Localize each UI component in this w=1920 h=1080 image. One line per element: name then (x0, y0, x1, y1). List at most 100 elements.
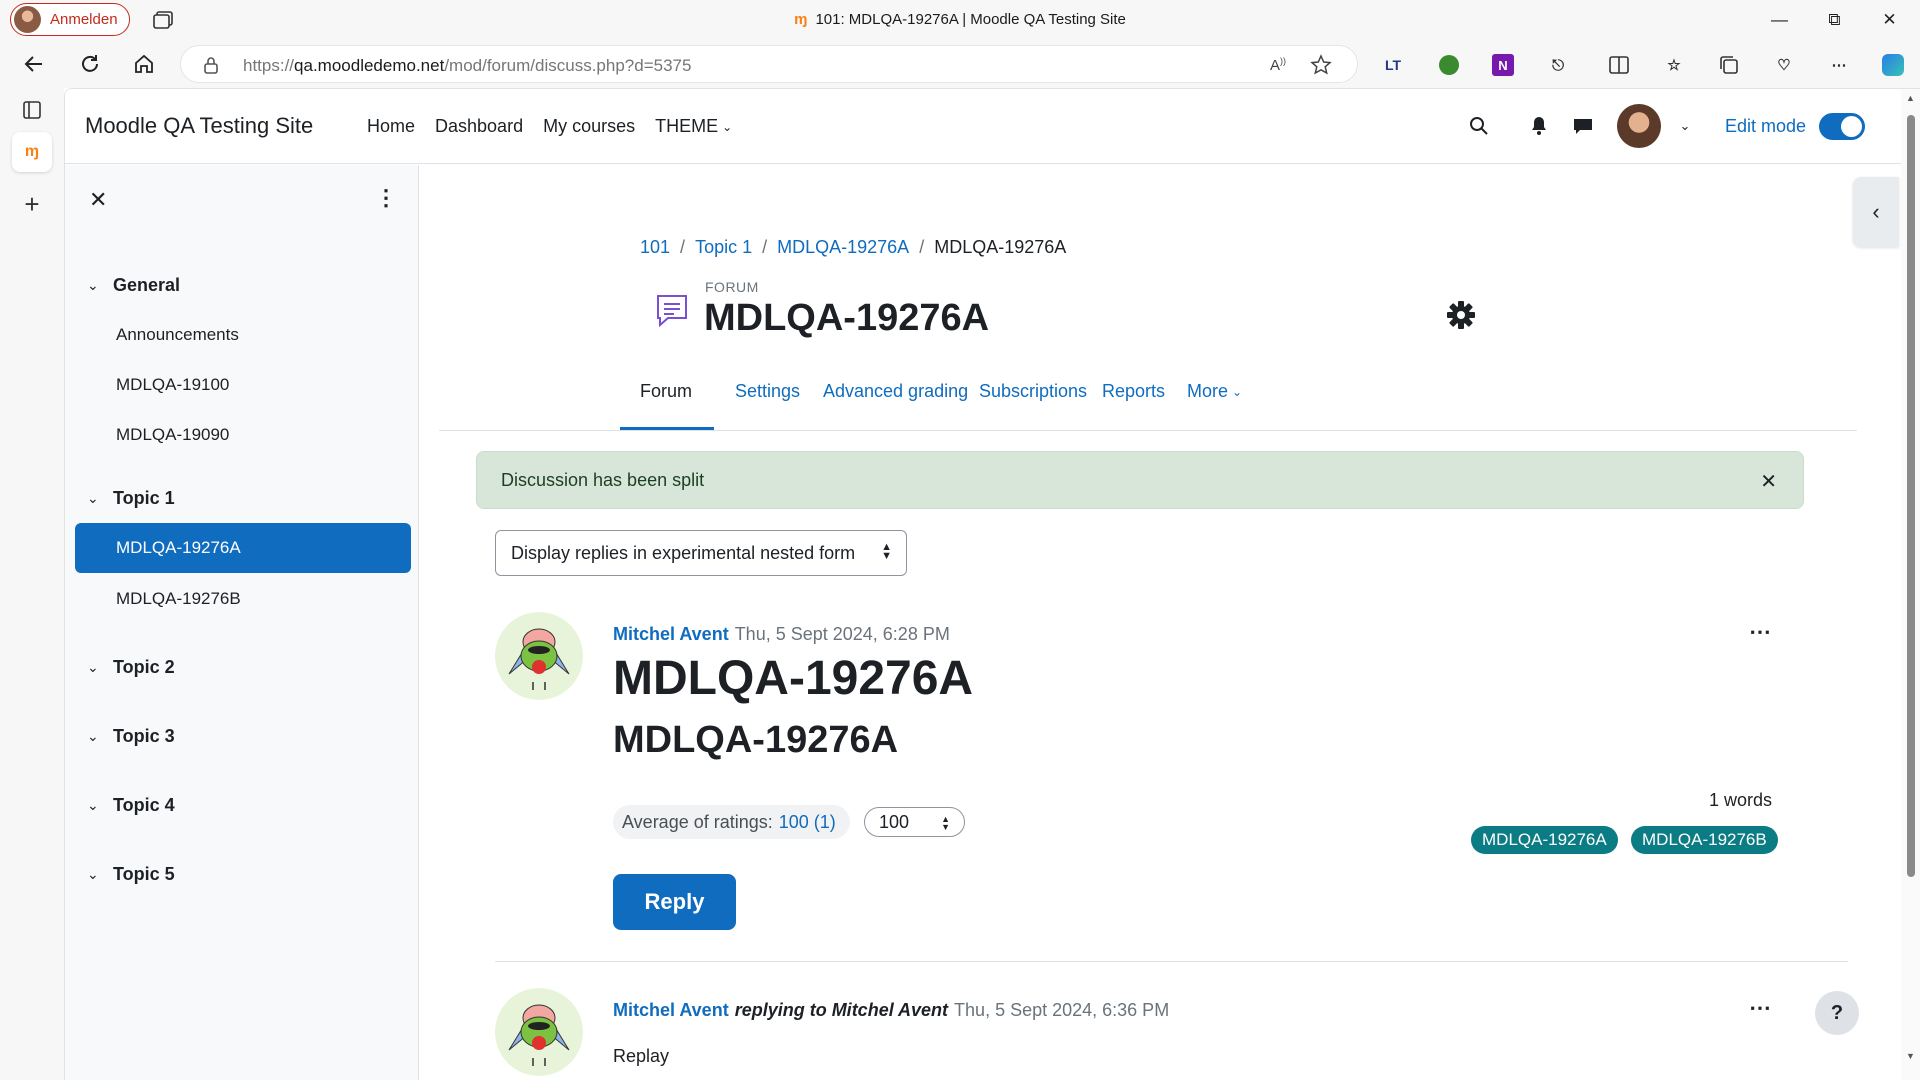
alert-message: Discussion has been split (501, 470, 705, 490)
home-icon[interactable] (126, 46, 162, 82)
split-screen-icon[interactable] (1606, 52, 1632, 78)
tag-badge[interactable]: MDLQA-19276B (1631, 826, 1778, 854)
reply-button[interactable]: Reply (613, 874, 736, 930)
favorite-star-icon[interactable] (1309, 54, 1333, 76)
back-icon[interactable] (16, 46, 52, 82)
edit-mode-toggle[interactable] (1819, 113, 1865, 140)
window-title: ɱ 101: MDLQA-19276A | Moodle QA Testing … (0, 11, 1920, 28)
user-avatar[interactable] (1617, 104, 1661, 148)
close-drawer-icon[interactable]: ✕ (89, 187, 107, 213)
tab-advanced-grading[interactable]: Advanced grading (823, 381, 968, 402)
post-author-link[interactable]: Mitchel Avent (613, 1000, 729, 1021)
section-title: Topic 5 (113, 864, 175, 884)
tag-badge[interactable]: MDLQA-19276A (1471, 826, 1618, 854)
vertical-tabs-icon[interactable] (12, 90, 52, 130)
page-scrollbar[interactable]: ▲ ▼ (1901, 89, 1920, 1080)
forum-icon (657, 295, 687, 328)
section-topic-3[interactable]: ⌄ Topic 3 (87, 726, 175, 747)
restore-icon[interactable]: ⧉ (1807, 0, 1862, 40)
nav-dashboard[interactable]: Dashboard (435, 116, 523, 137)
edit-mode-label: Edit mode (1725, 116, 1807, 136)
search-icon[interactable] (1467, 114, 1491, 138)
scroll-down-icon[interactable]: ▼ (1906, 1051, 1915, 1061)
settings-more-icon[interactable]: ⋯ (1826, 52, 1852, 78)
window-title-text: 101: MDLQA-19276A | Moodle QA Testing Si… (815, 11, 1126, 28)
author-avatar[interactable] (495, 988, 583, 1076)
nav-home[interactable]: Home (367, 116, 415, 137)
course-index-item-mdlqa-19090[interactable]: MDLQA-19090 (75, 410, 411, 460)
scroll-thumb[interactable] (1907, 115, 1915, 877)
page-viewport: Moodle QA Testing Site Home Dashboard My… (64, 88, 1920, 1080)
tab-forum[interactable]: Forum (640, 381, 692, 402)
close-window-icon[interactable]: ✕ (1862, 0, 1917, 40)
rating-value-link[interactable]: 100 (1) (779, 812, 836, 833)
breadcrumb: 101 / Topic 1 / MDLQA-19276A / MDLQA-192… (640, 237, 1066, 258)
moodle-navbar: Moodle QA Testing Site Home Dashboard My… (65, 89, 1901, 164)
collections-icon[interactable] (1716, 52, 1742, 78)
scroll-up-icon[interactable]: ▲ (1906, 93, 1915, 103)
address-bar[interactable]: https://qa.moodledemo.net/mod/forum/disc… (180, 45, 1358, 83)
extension-lt-icon[interactable]: LT (1380, 52, 1406, 78)
copilot-icon[interactable] (1880, 52, 1906, 78)
open-block-drawer-button[interactable]: ‹ (1853, 177, 1899, 247)
drawer-kebab-menu-icon[interactable]: ⋮ (375, 185, 397, 211)
display-mode-value: Display replies in experimental nested f… (511, 542, 856, 563)
section-title: Topic 3 (113, 726, 175, 746)
minimize-icon[interactable]: — (1752, 0, 1807, 40)
lock-icon[interactable] (203, 56, 219, 74)
chevron-down-icon: ⌄ (87, 866, 99, 882)
messages-icon[interactable] (1571, 114, 1595, 138)
read-aloud-icon[interactable]: A)) (1266, 54, 1290, 76)
browser-titlebar: Anmelden ɱ 101: MDLQA-19276A | Moodle QA… (0, 0, 1920, 40)
breadcrumb-topic[interactable]: Topic 1 (695, 237, 752, 258)
course-index-drawer: ✕ ⋮ ⌄ General Announcements MDLQA-19100 … (65, 165, 419, 1080)
course-index-item-mdlqa-19276a[interactable]: MDLQA-19276A (75, 523, 411, 573)
breadcrumb-course[interactable]: 101 (640, 237, 670, 258)
browser-essentials-icon[interactable]: ♡ (1771, 52, 1797, 78)
post-actions-more-icon[interactable]: ⋯ (1749, 619, 1772, 645)
section-topic-2[interactable]: ⌄ Topic 2 (87, 657, 175, 678)
course-index-item-mdlqa-19100[interactable]: MDLQA-19100 (75, 360, 411, 410)
post-author-link[interactable]: Mitchel Avent (613, 624, 729, 645)
course-index-item-announcements[interactable]: Announcements (75, 310, 411, 360)
primary-navigation: Home Dashboard My courses THEME ⌄ (367, 116, 732, 137)
refresh-icon[interactable] (72, 46, 108, 82)
post-subject: MDLQA-19276A (613, 652, 974, 705)
tab-settings[interactable]: Settings (735, 381, 800, 402)
extensions-puzzle-icon[interactable]: ⎋ (1545, 52, 1571, 78)
nav-theme[interactable]: THEME ⌄ (655, 116, 732, 137)
new-tab-icon[interactable]: + (12, 184, 52, 224)
tab-reports[interactable]: Reports (1102, 381, 1165, 402)
onenote-icon[interactable]: N (1490, 52, 1516, 78)
section-topic-5[interactable]: ⌄ Topic 5 (87, 864, 175, 885)
section-general[interactable]: ⌄ General (87, 275, 180, 296)
section-topic-1[interactable]: ⌄ Topic 1 (87, 488, 175, 509)
breadcrumb-separator: / (762, 237, 768, 257)
select-arrows-icon: ▲ ▼ (881, 541, 892, 562)
post-actions-more-icon[interactable]: ⋯ (1749, 995, 1772, 1021)
gear-icon[interactable] (1445, 299, 1477, 331)
url-prefix: https:// (243, 56, 295, 75)
tab-subscriptions[interactable]: Subscriptions (979, 381, 1087, 402)
tab-more[interactable]: More ⌄ (1187, 381, 1242, 402)
site-name[interactable]: Moodle QA Testing Site (85, 113, 313, 139)
user-menu-chevron-icon[interactable]: ⌄ (1673, 114, 1697, 138)
notifications-bell-icon[interactable] (1527, 114, 1551, 138)
section-topic-4[interactable]: ⌄ Topic 4 (87, 795, 175, 816)
chevron-down-icon: ⌄ (87, 277, 99, 293)
browser-vertical-strip: ɱ + (0, 88, 64, 1080)
chevron-down-icon: ⌄ (87, 659, 99, 675)
author-avatar[interactable] (495, 612, 583, 700)
nav-my-courses[interactable]: My courses (543, 116, 635, 137)
breadcrumb-forum[interactable]: MDLQA-19276A (777, 237, 909, 258)
favorites-icon[interactable]: ☆ (1661, 52, 1687, 78)
close-icon[interactable]: ✕ (1760, 469, 1777, 494)
rating-select[interactable]: 100 ▲ ▼ (864, 807, 965, 837)
help-button[interactable]: ? (1815, 991, 1859, 1035)
url-text[interactable]: https://qa.moodledemo.net/mod/forum/disc… (243, 56, 691, 76)
rating-aggregate: Average of ratings: 100 (1) (613, 805, 850, 839)
extension-green-icon[interactable] (1436, 52, 1462, 78)
display-mode-select[interactable]: Display replies in experimental nested f… (495, 530, 907, 576)
moodle-tab-icon[interactable]: ɱ (12, 132, 52, 172)
course-index-item-mdlqa-19276b[interactable]: MDLQA-19276B (75, 574, 411, 624)
